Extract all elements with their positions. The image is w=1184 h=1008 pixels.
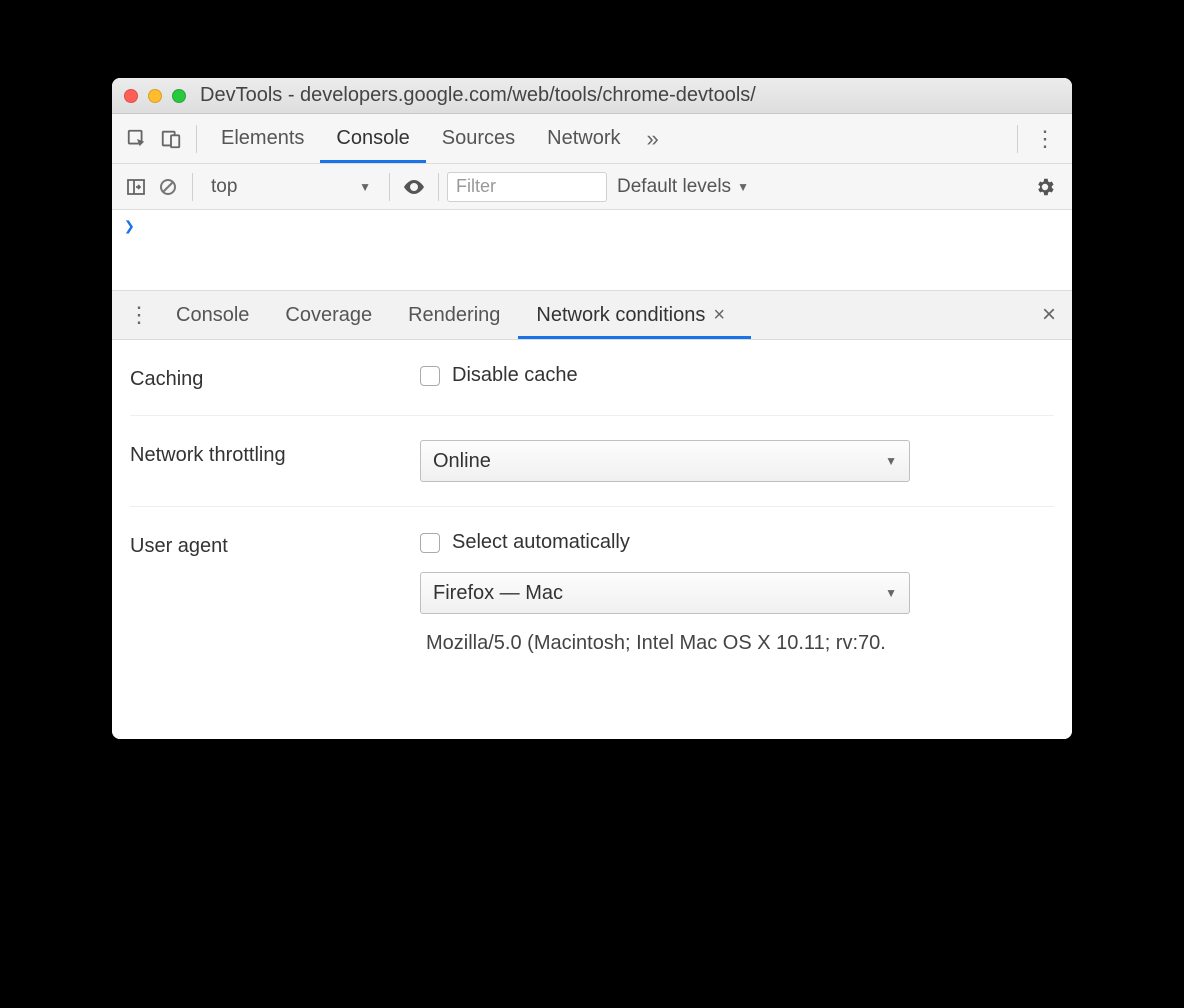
minimize-window-button[interactable] <box>148 89 162 103</box>
window-title: DevTools - developers.google.com/web/too… <box>200 84 1060 107</box>
live-expression-icon[interactable] <box>398 171 430 203</box>
user-agent-string: Mozilla/5.0 (Macintosh; Intel Mac OS X 1… <box>420 632 1054 655</box>
log-levels-select[interactable]: Default levels ▼ <box>607 176 759 198</box>
dropdown-triangle-icon: ▼ <box>737 180 749 194</box>
drawer-tab-rendering-label: Rendering <box>408 304 500 327</box>
device-toolbar-icon[interactable] <box>154 122 188 156</box>
more-options-icon[interactable]: ⋮ <box>1026 126 1064 152</box>
drawer-tab-network-conditions[interactable]: Network conditions × <box>518 291 751 339</box>
filter-placeholder: Filter <box>456 176 496 197</box>
tab-elements-label: Elements <box>221 127 304 150</box>
user-agent-label: User agent <box>130 531 420 558</box>
dropdown-triangle-icon: ▼ <box>885 454 897 468</box>
drawer-tab-rendering[interactable]: Rendering <box>390 291 518 339</box>
execution-context-label: top <box>211 176 237 198</box>
clear-console-icon[interactable] <box>152 171 184 203</box>
tab-console[interactable]: Console <box>320 114 425 163</box>
tab-sources[interactable]: Sources <box>426 114 531 163</box>
close-tab-icon[interactable]: × <box>705 304 733 327</box>
tab-network[interactable]: Network <box>531 114 636 163</box>
divider <box>196 125 197 153</box>
console-body[interactable]: ❯ <box>112 210 1072 290</box>
inspect-element-icon[interactable] <box>120 122 154 156</box>
checkbox-icon <box>420 533 440 553</box>
select-automatically-checkbox-label: Select automatically <box>452 531 630 554</box>
filter-input[interactable]: Filter <box>447 172 607 202</box>
log-levels-label: Default levels <box>617 176 731 198</box>
dropdown-triangle-icon: ▼ <box>885 586 897 600</box>
drawer-tab-console[interactable]: Console <box>158 291 267 339</box>
divider <box>438 173 439 201</box>
execution-context-select[interactable]: top ▼ <box>201 171 381 203</box>
tab-network-label: Network <box>547 127 620 150</box>
divider <box>389 173 390 201</box>
caching-label: Caching <box>130 364 420 391</box>
divider <box>1017 125 1018 153</box>
throttling-row: Network throttling Online ▼ <box>130 416 1054 507</box>
user-agent-select[interactable]: Firefox — Mac ▼ <box>420 572 910 614</box>
drawer-tab-console-label: Console <box>176 304 249 327</box>
console-toolbar: top ▼ Filter Default levels ▼ <box>112 164 1072 210</box>
toggle-console-sidebar-icon[interactable] <box>120 171 152 203</box>
network-conditions-panel: Caching Disable cache Network throttling… <box>112 340 1072 739</box>
disable-cache-checkbox-label: Disable cache <box>452 364 578 387</box>
throttling-select[interactable]: Online ▼ <box>420 440 910 482</box>
console-prompt-icon: ❯ <box>124 216 135 237</box>
maximize-window-button[interactable] <box>172 89 186 103</box>
main-tabs-bar: Elements Console Sources Network » ⋮ <box>112 114 1072 164</box>
devtools-window: DevTools - developers.google.com/web/too… <box>112 78 1072 739</box>
drawer-tab-coverage[interactable]: Coverage <box>267 291 390 339</box>
window-controls <box>124 89 186 103</box>
select-automatically-checkbox[interactable]: Select automatically <box>420 531 1054 554</box>
divider <box>192 173 193 201</box>
drawer-tabs-bar: ⋮ Console Coverage Rendering Network con… <box>112 290 1072 340</box>
close-drawer-icon[interactable]: × <box>1034 301 1064 329</box>
drawer-tab-coverage-label: Coverage <box>285 304 372 327</box>
tab-sources-label: Sources <box>442 127 515 150</box>
console-settings-icon[interactable] <box>1034 176 1064 198</box>
throttling-select-value: Online <box>433 450 491 473</box>
dropdown-triangle-icon: ▼ <box>359 180 371 194</box>
disable-cache-checkbox[interactable]: Disable cache <box>420 364 1054 387</box>
close-window-button[interactable] <box>124 89 138 103</box>
drawer-tab-network-conditions-label: Network conditions <box>536 304 705 327</box>
tab-elements[interactable]: Elements <box>205 114 320 163</box>
drawer-more-icon[interactable]: ⋮ <box>120 302 158 328</box>
user-agent-row: User agent Select automatically Firefox … <box>130 507 1054 679</box>
caching-row: Caching Disable cache <box>130 340 1054 416</box>
tabs-overflow-icon[interactable]: » <box>637 126 669 152</box>
tab-console-label: Console <box>336 127 409 150</box>
throttling-label: Network throttling <box>130 440 420 467</box>
user-agent-select-value: Firefox — Mac <box>433 582 563 605</box>
checkbox-icon <box>420 366 440 386</box>
titlebar: DevTools - developers.google.com/web/too… <box>112 78 1072 114</box>
